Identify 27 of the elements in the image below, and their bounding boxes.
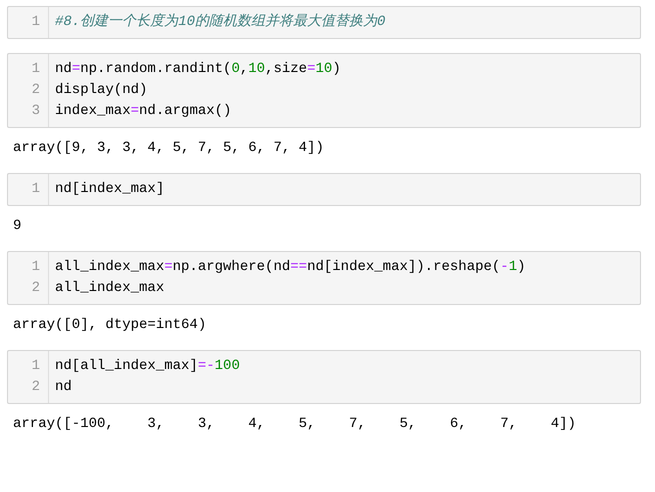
line-number: 1 (30, 13, 41, 32)
code-line: nd=np.random.randint(0,10,size=10) (55, 60, 341, 79)
line-number: 1 (30, 357, 41, 376)
code-line: all_index_max=np.argwhere(nd==nd[index_max]).reshape(-1) (55, 258, 526, 277)
line-number: 3 (30, 102, 41, 121)
code-cell[interactable]: 1 2 3 nd=np.random.randint(0,10,size=10) display(nd) index_max=nd.argmax() (7, 53, 641, 128)
cell-output: 9 (12, 217, 22, 236)
code-cell[interactable]: 1 #8.创建一个长度为10的随机数组并将最大值替换为0 (7, 6, 641, 39)
cell-output: array([9, 3, 3, 4, 5, 7, 5, 6, 7, 4]) (12, 139, 325, 158)
code-cell[interactable]: 1 nd[index_max] (7, 173, 641, 206)
cell-output: array([0], dtype=int64) (12, 316, 208, 335)
line-number: 2 (30, 279, 41, 298)
code-line: nd[index_max] (55, 180, 164, 199)
code-line: display(nd) (55, 81, 148, 100)
code-cell[interactable]: 1 2 all_index_max=np.argwhere(nd==nd[index_max]).reshape(-1) all_index_max (7, 251, 641, 305)
code-line: nd[all_index_max]=-100 (55, 357, 240, 376)
code-line: nd (55, 378, 73, 397)
line-number: 1 (30, 258, 41, 277)
line-number: 2 (30, 378, 41, 397)
code-line: #8.创建一个长度为10的随机数组并将最大值替换为0 (55, 12, 386, 32)
line-number: 2 (30, 81, 41, 100)
code-line: all_index_max (55, 279, 166, 298)
cell-output: array([-100, 3, 3, 4, 5, 7, 5, 6, 7, 4]) (12, 415, 577, 434)
code-line: index_max=nd.argmax() (55, 102, 232, 121)
line-number: 1 (30, 180, 41, 199)
line-number: 1 (30, 60, 41, 79)
code-cell[interactable]: 1 2 nd[all_index_max]=-100 nd (7, 350, 641, 404)
